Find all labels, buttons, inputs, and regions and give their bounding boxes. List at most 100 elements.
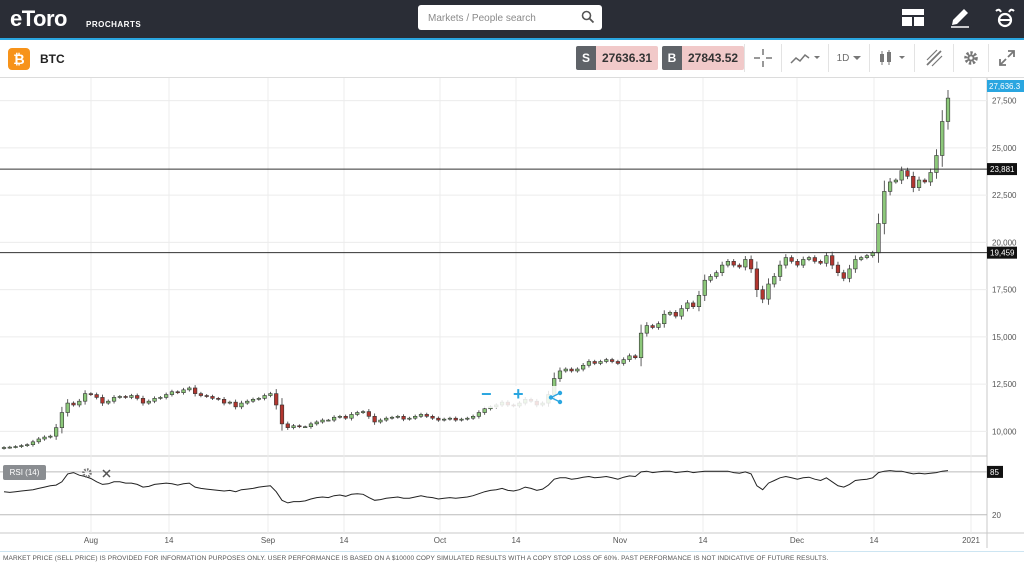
y-tick-label: 25,000: [992, 144, 1017, 153]
disclaimer-footer: MARKET PRICE (SELL PRICE) IS PROVIDED FO…: [0, 551, 1024, 580]
candle-body: [708, 276, 713, 281]
edit-pencil-icon[interactable]: [948, 7, 972, 29]
candle-body: [442, 418, 447, 421]
candle-body: [650, 325, 655, 328]
candle-body: [702, 279, 707, 296]
candle-body: [59, 412, 65, 428]
candle-body: [830, 255, 835, 266]
candle-body: [621, 359, 626, 364]
candle-body: [679, 308, 684, 317]
candle-body: [581, 364, 586, 370]
candle-body: [216, 398, 221, 400]
search-icon[interactable]: [581, 10, 595, 24]
candle-body: [638, 332, 644, 359]
candle-body: [401, 416, 406, 420]
sell-price-button[interactable]: S 27636.31: [576, 46, 659, 70]
candle-body: [268, 393, 273, 396]
candle-body: [731, 261, 736, 266]
candle-body: [424, 414, 429, 417]
candle-body: [384, 417, 389, 421]
x-tick-label: Oct: [434, 536, 447, 545]
hline-label: 23,881: [990, 165, 1015, 174]
buy-label: B: [662, 46, 682, 70]
candle-body: [111, 397, 117, 402]
etoro-logo[interactable]: eToro: [10, 6, 67, 32]
candle-body: [349, 414, 354, 419]
candle-body: [100, 397, 105, 404]
close-icon[interactable]: [101, 468, 112, 479]
candle-body: [25, 444, 30, 446]
x-tick-label: Sep: [261, 536, 276, 545]
candle-body: [691, 302, 696, 307]
zoom-in-icon[interactable]: +: [513, 384, 524, 405]
candle-body: [940, 121, 945, 156]
y-tick-label: 27,500: [992, 97, 1017, 106]
candle-body: [250, 398, 256, 402]
candle-body: [610, 359, 615, 362]
candle-body: [447, 417, 453, 420]
candle-body: [644, 325, 649, 334]
zoom-out-icon[interactable]: −: [481, 384, 492, 405]
chart-type-button[interactable]: [781, 44, 828, 72]
candle-body: [812, 257, 817, 262]
candle-body: [158, 397, 163, 399]
rsi-label[interactable]: RSI (14): [3, 465, 46, 480]
candle-body: [42, 436, 47, 440]
candle-body: [887, 181, 893, 192]
candle-body: [152, 398, 157, 402]
time-axis: Aug 14 Sep 14 Oct 14 Nov 14 Dec 14 2021: [84, 536, 981, 545]
x-tick-label: 14: [165, 536, 174, 545]
price-axis: 27,500 25,000 22,500 20,000 17,500 15,000 12,5…: [992, 97, 1017, 437]
interval-dropdown[interactable]: 1D: [828, 44, 869, 72]
candle-body: [673, 312, 678, 317]
y-tick-label: 20,000: [992, 238, 1017, 247]
crosshair-button[interactable]: [744, 44, 781, 72]
candle-body: [175, 391, 180, 394]
candle-body: [106, 400, 111, 404]
rsi-line: [3, 470, 949, 504]
candle-body: [279, 404, 285, 425]
candle-body: [592, 361, 597, 364]
candle-body: [627, 355, 632, 360]
share-icon[interactable]: [548, 390, 563, 405]
buy-price-button[interactable]: B 27843.52: [662, 46, 745, 70]
candle-body: [378, 419, 383, 423]
candle-body: [221, 398, 227, 404]
gear-icon: [964, 51, 978, 65]
candle-body: [945, 97, 951, 122]
candle-body: [604, 359, 609, 362]
candle-body: [911, 175, 916, 188]
etoro-e-icon[interactable]: [993, 7, 1017, 29]
candle-body: [795, 261, 800, 266]
candle-body: [737, 264, 742, 268]
candle-body: [297, 425, 302, 428]
price-chart[interactable]: 23,88119,45927,636.3 27,50025,00022,5002…: [0, 78, 1024, 548]
candle-body: [575, 368, 580, 372]
candle-body: [789, 257, 794, 262]
gear-icon[interactable]: [81, 467, 93, 479]
candle-body: [847, 268, 852, 279]
search-input[interactable]: [426, 9, 580, 28]
indicators-button[interactable]: [869, 44, 914, 72]
settings-button[interactable]: [953, 44, 988, 72]
candle-body: [899, 170, 904, 181]
candle-body: [19, 445, 24, 447]
y-tick-label: 22,500: [992, 191, 1017, 200]
candle-body: [65, 402, 70, 413]
search-box[interactable]: [418, 5, 602, 30]
candle-body: [853, 259, 858, 270]
candle-body: [777, 264, 783, 277]
candle-body: [36, 438, 41, 443]
fullscreen-button[interactable]: [988, 44, 1024, 72]
y-tick-label: 12,500: [992, 380, 1017, 389]
drawing-tools-button[interactable]: [914, 44, 953, 72]
x-tick-label: 14: [340, 536, 349, 545]
candle-body: [934, 155, 939, 173]
candle-body: [48, 435, 53, 438]
chart-type-icon: [790, 53, 820, 64]
layout-icon[interactable]: [901, 7, 925, 29]
candle-body: [389, 416, 395, 419]
candle-body: [633, 355, 638, 359]
candle-body: [459, 418, 464, 421]
candle-body: [436, 417, 441, 421]
